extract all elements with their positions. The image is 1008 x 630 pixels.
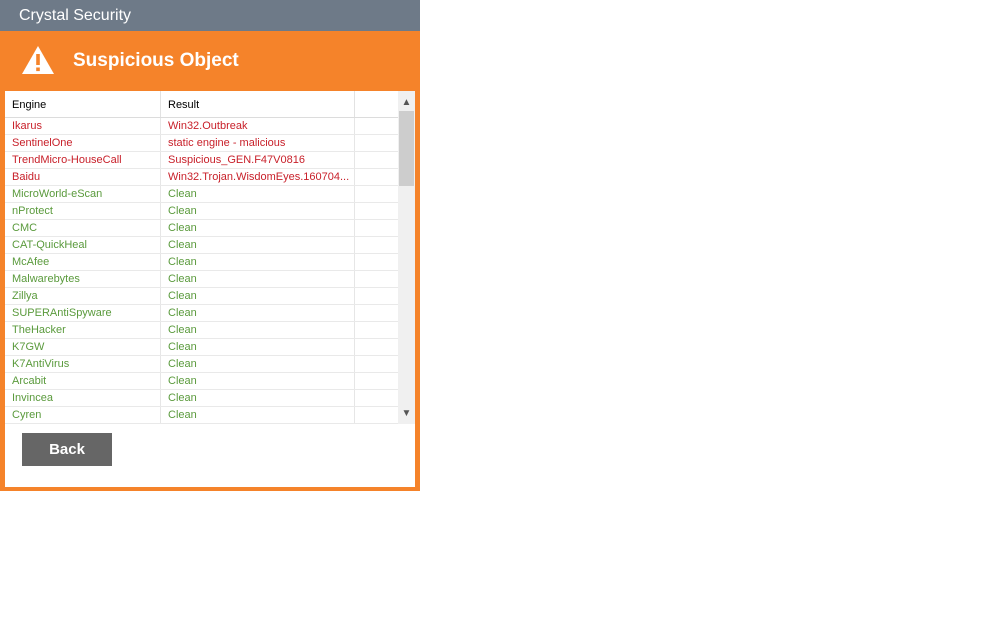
engine-cell: Arcabit bbox=[5, 373, 161, 389]
alert-title: Suspicious Object bbox=[73, 50, 239, 71]
table-row[interactable]: Zillya Clean bbox=[5, 288, 398, 305]
engine-cell: Malwarebytes bbox=[5, 271, 161, 287]
table-row[interactable]: CAT-QuickHeal Clean bbox=[5, 237, 398, 254]
scrollbar-thumb[interactable] bbox=[399, 111, 414, 186]
table-row[interactable]: Baidu Win32.Trojan.WisdomEyes.160704... bbox=[5, 169, 398, 186]
result-cell: Clean bbox=[161, 254, 355, 270]
grid-header: Engine Result bbox=[5, 91, 398, 118]
result-cell: Clean bbox=[161, 356, 355, 372]
result-cell: Clean bbox=[161, 322, 355, 338]
result-cell: Win32.Outbreak bbox=[161, 118, 355, 134]
table-row[interactable]: SentinelOne static engine - malicious bbox=[5, 135, 398, 152]
table-row[interactable]: K7AntiVirus Clean bbox=[5, 356, 398, 373]
back-button[interactable]: Back bbox=[22, 433, 112, 466]
table-row[interactable]: Cyren Clean bbox=[5, 407, 398, 424]
result-cell: Clean bbox=[161, 220, 355, 236]
scroll-up-icon[interactable]: ▲ bbox=[398, 94, 415, 111]
engine-cell: Cyren bbox=[5, 407, 161, 423]
table-row[interactable]: SUPERAntiSpyware Clean bbox=[5, 305, 398, 322]
engine-cell: McAfee bbox=[5, 254, 161, 270]
engine-cell: MicroWorld-eScan bbox=[5, 186, 161, 202]
engine-cell: K7GW bbox=[5, 339, 161, 355]
app-window: Crystal Security Suspicious Object Engin… bbox=[0, 0, 420, 491]
engine-cell: TheHacker bbox=[5, 322, 161, 338]
scroll-down-icon[interactable]: ▼ bbox=[398, 405, 415, 422]
table-row[interactable]: TrendMicro-HouseCall Suspicious_GEN.F47V0… bbox=[5, 152, 398, 169]
result-cell: Clean bbox=[161, 237, 355, 253]
table-row[interactable]: MicroWorld-eScan Clean bbox=[5, 186, 398, 203]
result-cell: static engine - malicious bbox=[161, 135, 355, 151]
window-title: Crystal Security bbox=[0, 0, 420, 31]
warning-icon bbox=[22, 46, 54, 74]
result-cell: Clean bbox=[161, 186, 355, 202]
engine-cell: Ikarus bbox=[5, 118, 161, 134]
result-cell: Clean bbox=[161, 271, 355, 287]
engine-cell: Invincea bbox=[5, 390, 161, 406]
engine-cell: CMC bbox=[5, 220, 161, 236]
table-row[interactable]: McAfee Clean bbox=[5, 254, 398, 271]
result-cell: Clean bbox=[161, 390, 355, 406]
column-header-engine[interactable]: Engine bbox=[5, 91, 161, 117]
engine-cell: Baidu bbox=[5, 169, 161, 185]
results-grid: Engine Result Ikarus Win32.Outbreak Sentin… bbox=[5, 91, 415, 424]
table-row[interactable]: Ikarus Win32.Outbreak bbox=[5, 118, 398, 135]
table-row[interactable]: Malwarebytes Clean bbox=[5, 271, 398, 288]
engine-cell: TrendMicro-HouseCall bbox=[5, 152, 161, 168]
engine-cell: SentinelOne bbox=[5, 135, 161, 151]
result-cell: Clean bbox=[161, 407, 355, 423]
engine-cell: CAT-QuickHeal bbox=[5, 237, 161, 253]
result-cell: Win32.Trojan.WisdomEyes.160704... bbox=[161, 169, 355, 185]
result-cell: Clean bbox=[161, 288, 355, 304]
table-row[interactable]: CMC Clean bbox=[5, 220, 398, 237]
table-row[interactable]: TheHacker Clean bbox=[5, 322, 398, 339]
result-cell: Clean bbox=[161, 373, 355, 389]
column-header-result[interactable]: Result bbox=[161, 91, 355, 117]
table-row[interactable]: K7GW Clean bbox=[5, 339, 398, 356]
table-row[interactable]: Arcabit Clean bbox=[5, 373, 398, 390]
result-cell: Clean bbox=[161, 203, 355, 219]
results-panel: Engine Result Ikarus Win32.Outbreak Sentin… bbox=[5, 91, 415, 487]
table-row[interactable]: nProtect Clean bbox=[5, 203, 398, 220]
result-cell: Clean bbox=[161, 305, 355, 321]
engine-cell: Zillya bbox=[5, 288, 161, 304]
engine-cell: K7AntiVirus bbox=[5, 356, 161, 372]
vertical-scrollbar[interactable]: ▲ ▼ bbox=[398, 91, 415, 424]
result-cell: Suspicious_GEN.F47V0816 bbox=[161, 152, 355, 168]
result-cell: Clean bbox=[161, 339, 355, 355]
table-row[interactable]: Invincea Clean bbox=[5, 390, 398, 407]
engine-cell: SUPERAntiSpyware bbox=[5, 305, 161, 321]
engine-cell: nProtect bbox=[5, 203, 161, 219]
grid-rows: Ikarus Win32.Outbreak SentinelOne static en… bbox=[5, 118, 398, 424]
alert-header: Suspicious Object bbox=[0, 31, 420, 91]
